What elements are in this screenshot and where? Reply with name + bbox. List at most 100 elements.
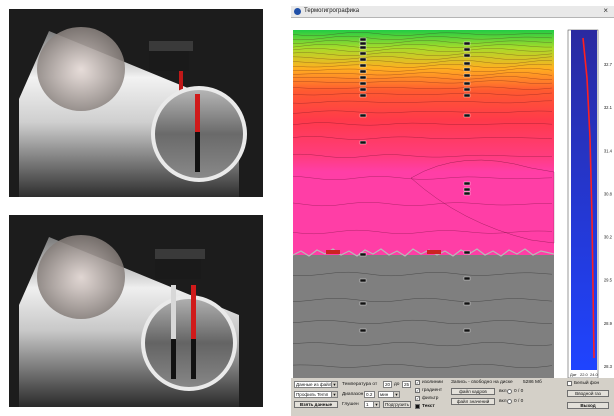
sensor-marker xyxy=(359,69,367,74)
free-space-value: 5286 Мб xyxy=(523,380,542,385)
close-icon[interactable]: × xyxy=(603,6,608,15)
sensor-marker xyxy=(463,187,471,192)
temp-label: Температура от xyxy=(342,382,378,387)
interface-marker-right xyxy=(427,250,441,254)
chevron-down-icon[interactable]: ▼ xyxy=(373,402,379,407)
rec-label-2: вкл xyxy=(499,399,507,404)
show-button[interactable]: Подгрузить xyxy=(383,401,411,408)
sensor-marker xyxy=(463,113,471,118)
smooth-select-value: 1 xyxy=(366,402,369,407)
interface-marker-left xyxy=(326,250,340,254)
sensor-marker xyxy=(463,191,471,196)
temp-to-input[interactable]: 25 xyxy=(402,381,411,388)
sensor-marker xyxy=(359,63,367,68)
rec-count-1: 0 / 0 xyxy=(514,389,524,394)
range-unit-select[interactable]: мин ▼ xyxy=(378,391,400,398)
sensor-marker xyxy=(463,87,471,92)
sensor-marker xyxy=(463,328,471,333)
thermograph-window: Термогигрографика × 64 59 54 48 43 38 32… xyxy=(291,6,614,416)
plot-area: 23:07:1723:07:5023:08:2323:08:5623:09:29… xyxy=(291,18,614,390)
text-label: Текст xyxy=(422,404,435,409)
side-scale-label: 32 xyxy=(563,211,568,216)
sensor-marker xyxy=(359,45,367,50)
rec-radio-1[interactable] xyxy=(507,389,512,394)
white-bg-label: Белый фон xyxy=(574,381,600,386)
record-label: Запись - свободно на диске xyxy=(451,380,513,385)
sensor-marker xyxy=(463,301,471,306)
right-axis-label: 31.4 xyxy=(604,148,613,153)
pipe-dual-probe-drawing xyxy=(19,235,239,407)
filter-label: фильтр xyxy=(422,396,439,401)
range-label: Диапазон xyxy=(342,392,364,397)
sensor-marker xyxy=(463,93,471,98)
sensor-marker xyxy=(359,57,367,62)
sensor-marker xyxy=(463,250,471,255)
side-scale-footer-label: Дат xyxy=(570,372,577,377)
heatmap-field xyxy=(293,30,554,255)
water-input-button[interactable]: Вводной газ xyxy=(567,390,609,397)
sensor-marker xyxy=(359,41,367,46)
side-scale-label: 43 xyxy=(563,152,568,157)
right-axis-label: 28.9 xyxy=(604,321,613,326)
app-icon xyxy=(294,8,301,15)
chevron-down-icon[interactable]: ▼ xyxy=(393,392,399,397)
side-scale-label: 11 xyxy=(563,329,568,334)
side-scale-label: 38 xyxy=(563,182,568,187)
file-values-button[interactable]: файл значений xyxy=(451,398,495,405)
filter-checkbox[interactable]: ✓ xyxy=(415,396,420,401)
sensor-marker xyxy=(359,252,367,257)
side-scale-label: 6 xyxy=(565,359,568,364)
thermogram-plot[interactable]: 23:07:1723:07:5023:08:2323:08:5623:09:29… xyxy=(291,18,614,390)
sensor-marker xyxy=(359,51,367,56)
profile-select-value: Профиль Temп xyxy=(296,392,329,397)
window-title: Термогигрографика xyxy=(304,8,360,14)
pipe-illustration-single-probe xyxy=(9,9,263,197)
profile-select[interactable]: Профиль Temп ▼ xyxy=(294,391,338,398)
rec-radio-2[interactable] xyxy=(507,399,512,404)
range-input[interactable]: 0.2 xyxy=(364,391,375,398)
sensor-marker xyxy=(359,37,367,42)
side-scale-label: 54 xyxy=(563,93,568,98)
mode-select[interactable]: Данные из файл. ▼ xyxy=(294,381,338,388)
side-scale-label: 48 xyxy=(563,123,568,128)
range-unit-value: мин xyxy=(380,392,389,397)
smooth-select[interactable]: 1 ▼ xyxy=(364,401,380,408)
right-axis-label: 28.3 xyxy=(604,364,613,369)
right-axis-label: 30.2 xyxy=(604,235,613,240)
side-scale-label: 27 xyxy=(563,241,568,246)
sensor-marker xyxy=(463,41,471,46)
side-scale-label: 59 xyxy=(563,64,568,69)
sensor-marker xyxy=(463,181,471,186)
isolines-checkbox[interactable]: ✓ xyxy=(415,380,420,385)
file-cells-button[interactable]: файл кадров xyxy=(451,388,495,395)
sensor-marker xyxy=(463,81,471,86)
side-scale-footer: Дат 22.0 24.0 xyxy=(570,372,599,377)
exit-button[interactable]: Выход xyxy=(567,402,609,409)
side-scale-label: 22 xyxy=(563,270,568,275)
load-data-button[interactable]: Взять данные xyxy=(294,401,338,408)
sensor-marker xyxy=(359,81,367,86)
gradient-checkbox[interactable]: ✓ xyxy=(415,388,420,393)
side-scale-footer-label: 24.0 xyxy=(590,372,599,377)
control-strip: Данные из файл. ▼ Профиль Temп ▼ Взять дан… xyxy=(291,378,614,416)
temp-from-input[interactable]: 20 xyxy=(383,381,392,388)
right-axis-label: 30.8 xyxy=(604,191,613,196)
text-checkbox[interactable] xyxy=(415,404,420,409)
sensor-marker xyxy=(359,113,367,118)
chevron-down-icon[interactable]: ▼ xyxy=(331,392,337,397)
chevron-down-icon[interactable]: ▼ xyxy=(331,382,337,387)
sensor-marker xyxy=(359,93,367,98)
white-bg-checkbox[interactable] xyxy=(567,381,572,386)
sensor-marker xyxy=(359,87,367,92)
sensor-marker xyxy=(463,67,471,72)
pipe-single-probe-drawing xyxy=(19,27,247,197)
sensor-marker xyxy=(359,328,367,333)
right-axis-ticks: 32.7 32.1 31.4 30.8 30.2 29.5 28.9 28.3 xyxy=(604,62,613,369)
sensor-marker xyxy=(463,47,471,52)
sensor-marker xyxy=(463,53,471,58)
side-scale-label: 64 xyxy=(563,34,568,39)
side-scale-ticks: 64 59 54 48 43 38 32 27 22 16 11 6 xyxy=(563,34,568,364)
sensor-marker xyxy=(359,278,367,283)
smooth-label: Глушен xyxy=(342,402,359,407)
isolines-label: изолинии xyxy=(422,380,443,385)
